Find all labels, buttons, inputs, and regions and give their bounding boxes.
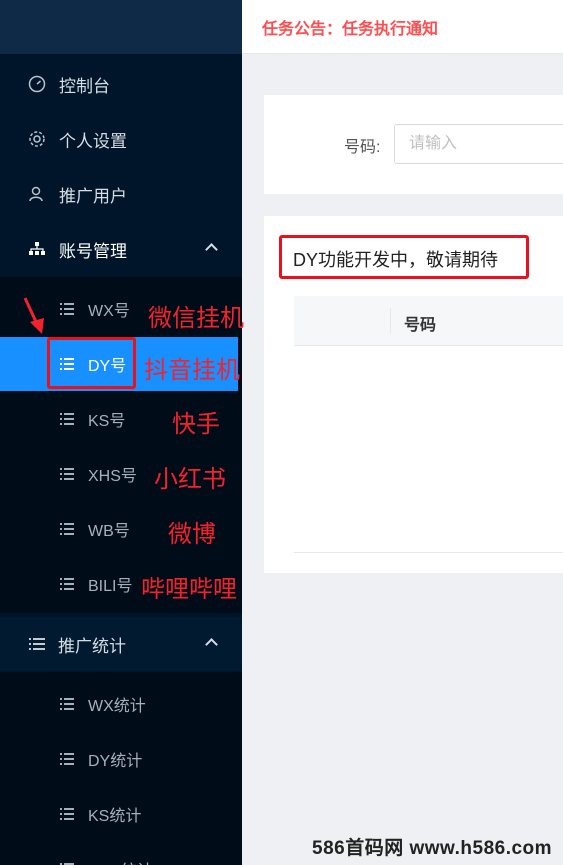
submenu-item-ks-stats[interactable]: KS统计: [0, 787, 242, 841]
table-card: DY功能开发中，敬请期待 号码: [264, 216, 563, 573]
list-icon: [60, 303, 74, 315]
list-icon: [60, 753, 74, 765]
submenu-label: KS号: [88, 413, 126, 430]
sidebar-item-promo-users[interactable]: 推广用户: [0, 167, 242, 221]
dy-highlight-box: [47, 337, 136, 389]
submenu-label: BILI号: [88, 578, 133, 595]
column-header[interactable]: 号码: [404, 311, 436, 335]
top-bar: 任务公告：任务执行通知: [242, 0, 563, 54]
gear-icon: [27, 129, 47, 149]
list-icon: [60, 578, 74, 590]
dashboard-icon: [27, 74, 47, 94]
submenu-item-wx-stats[interactable]: WX统计: [0, 677, 242, 731]
sidebar-item-label: 账号管理: [59, 241, 127, 261]
column-divider: [390, 308, 391, 334]
search-card: 号码:: [264, 95, 563, 194]
user-icon: [27, 184, 47, 204]
sidebar-item-label: 推广用户: [59, 186, 127, 206]
submenu-label: DY统计: [88, 753, 143, 770]
sidebar-item-promo-stats[interactable]: 推广统计: [0, 617, 242, 671]
chevron-up-icon: [205, 243, 218, 256]
list-icon: [60, 523, 74, 535]
dev-message: DY功能开发中，敬请期待: [293, 250, 499, 270]
search-input[interactable]: [394, 124, 563, 164]
watermark: 586首码网 www.h586.com: [312, 838, 553, 859]
submenu-item-xhs-stats[interactable]: XHS统计: [0, 842, 242, 865]
chevron-up-icon: [205, 638, 218, 651]
submenu-label: WX号: [88, 303, 130, 320]
submenu-item-dy-stats[interactable]: DY统计: [0, 732, 242, 786]
list-icon: [60, 468, 74, 480]
sidebar-item-dashboard[interactable]: 控制台: [0, 57, 242, 111]
sitemap-icon: [27, 239, 47, 259]
submenu-label: XHS统计: [88, 857, 153, 865]
list-icon: [60, 698, 74, 710]
annotation-ks: 快手: [172, 411, 220, 438]
sidebar-item-account-manage[interactable]: 账号管理: [0, 222, 242, 276]
list-icon: [60, 413, 74, 425]
sidebar-item-settings[interactable]: 个人设置: [0, 112, 242, 166]
submenu-label: XHS号: [88, 468, 137, 485]
sidebar-logo-area: [0, 0, 242, 54]
annotation-wb: 微博: [168, 521, 216, 548]
table-header: 号码: [294, 296, 563, 346]
table-bottom-border: [294, 552, 563, 553]
search-label: 号码:: [344, 139, 381, 156]
sidebar-item-label: 个人设置: [59, 131, 127, 151]
submenu-label: KS统计: [88, 808, 142, 825]
red-arrow-icon: [23, 297, 44, 334]
annotation-wx: 微信挂机: [148, 305, 244, 332]
sidebar-item-label: 推广统计: [58, 636, 126, 656]
annotation-xhs: 小红书: [154, 466, 226, 493]
list-icon: [29, 638, 45, 650]
annotation-dy: 抖音挂机: [144, 357, 240, 384]
submenu-label: WX统计: [88, 698, 146, 715]
list-icon: [60, 808, 74, 820]
annotation-bili: 哔哩哔哩: [141, 576, 237, 603]
submenu-label: WB号: [88, 523, 130, 540]
notice-text: 任务公告：任务执行通知: [262, 21, 439, 38]
sidebar-item-label: 控制台: [59, 76, 110, 96]
